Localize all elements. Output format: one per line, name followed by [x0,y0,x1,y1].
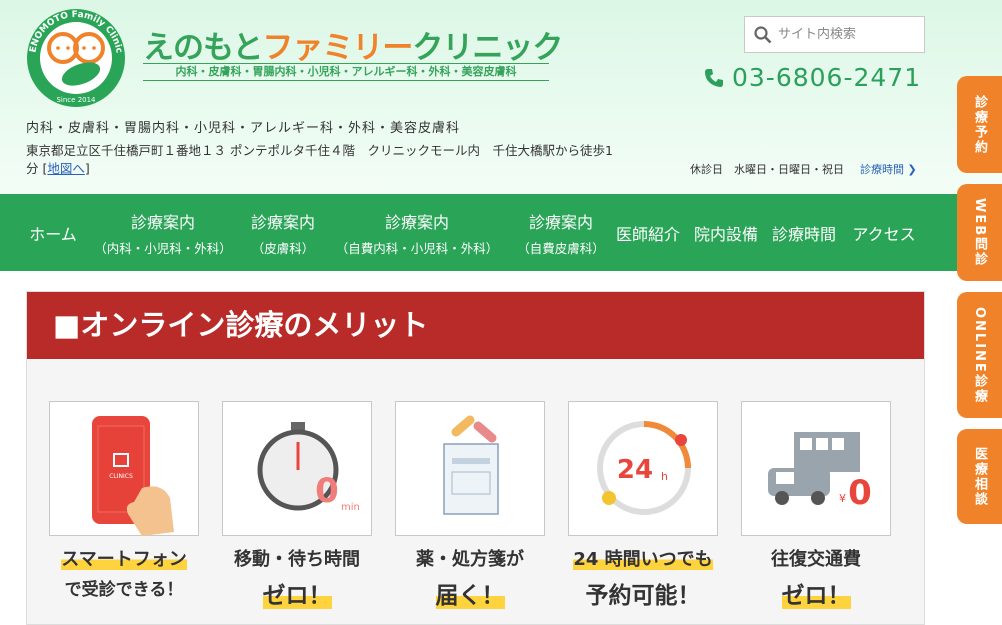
svg-text:min: min [341,502,360,513]
svg-text:¥: ¥ [839,492,846,505]
card-line-text: 24 時間いつでも [573,549,713,570]
clinic-subtitle: 内科・皮膚科・胃腸内科・小児科・アレルギー科・外科・美容皮膚科 [143,63,549,81]
card-smartphone-line2: で受診できる！ [64,580,184,600]
card-line-text: ゼロ！ [781,583,851,609]
phone-number[interactable]: 03-6806-2471 [704,63,921,92]
nav-label: 診療時間 [771,224,836,244]
site-header: ENOMOTO Family Clinic Since 2014 えのもとファミ… [0,0,1002,194]
prescription-icon [443,415,499,515]
nav-label: 医師紹介 [615,224,680,244]
nav-hours[interactable]: 診療時間 [768,194,840,271]
nav-sublabel: （自費皮膚科） [517,240,605,256]
svg-text:h: h [661,470,668,483]
global-nav: ホーム 診療案内 （内科・小児科・外科） 診療案内 （皮膚科） 診療案内 （自費内科・… [0,194,1002,271]
section-title: ■オンライン診療のメリット [27,292,924,359]
clock-24h-icon: 24 h [597,421,691,515]
card-waiting-line1: 移動・待ち時間 [234,549,360,570]
nav-label: 院内設備 [693,224,758,244]
vehicle-icon: 0 ¥ [768,432,872,513]
nav-label: 診療案内 [384,212,449,232]
svg-text:CLINICS: CLINICS [109,473,133,480]
hours-link-label: 診療時間 [860,163,904,176]
nav-facilities[interactable]: 院内設備 [690,194,762,271]
card-line-text: 届く！ [435,583,505,609]
card-transport-line2: ゼロ！ [736,576,896,610]
nav-doctor[interactable]: 医師紹介 [612,194,684,271]
svg-text:Since 2014: Since 2014 [56,96,96,104]
card-transport: 0 ¥ [741,401,891,536]
card-line-text: スマートフォン [61,549,187,570]
clinic-name-part: ファミリー [262,30,413,66]
float-reservation-button[interactable]: 診療予約 [957,76,1002,173]
holiday-info: 休診日 水曜日・日曜日・祝日 [690,163,844,176]
card-line-text: ゼロ！ [262,583,332,609]
clinic-name[interactable]: えのもとファミリークリニック [143,22,563,67]
chevron-right-icon: ❯ [907,163,917,176]
nav-home[interactable]: ホーム [24,194,82,271]
phone-number-text: 03-6806-2471 [732,63,922,92]
clinic-name-part: クリニック [412,30,563,66]
nav-sublabel: （自費内科・小児科・外科） [335,240,499,256]
float-online-consultation-button[interactable]: ONLINE診療 [957,292,1002,418]
hours-link[interactable]: 診療時間 ❯ [860,161,917,177]
nav-medical-private-derma[interactable]: 診療案内 （自費皮膚科） [512,194,610,271]
float-web-questionnaire-button[interactable]: WEB問診 [957,184,1002,281]
nav-sublabel: （皮膚科） [251,240,315,256]
online-benefits-section: ■オンライン診療のメリット CLINICS スマートフォン で受診できる！ 0 … [26,291,925,625]
card-waiting: 0 min [222,401,372,536]
card-24h-line2: 予約可能！ [585,583,701,609]
nav-label: ホーム [29,224,77,244]
department-list: 内科・皮膚科・胃腸内科・小児科・アレルギー科・外科・美容皮膚科 [26,121,461,136]
nav-label: アクセス [852,224,916,244]
float-medical-consult-button[interactable]: 医療相談 [957,429,1002,524]
card-prescription-line2: 届く！ [390,576,550,610]
svg-text:0: 0 [315,471,339,511]
address-text: 東京都足立区千住橋戸町１番地１３ ポンテポルタ千住４階 クリニックモール内 千住… [26,143,613,176]
nav-sublabel: （内科・小児科・外科） [94,240,232,256]
card-prescription [395,401,545,536]
card-smartphone: CLINICS [49,401,199,536]
search-input[interactable] [778,27,918,42]
svg-text:24: 24 [617,455,653,485]
clinic-address: 東京都足立区千住橋戸町１番地１３ ポンテポルタ千住４階 クリニックモール内 千住… [26,143,613,176]
nav-label: 診療案内 [528,212,593,232]
nav-medical-private-internal[interactable]: 診療案内 （自費内科・小児科・外科） [328,194,506,271]
map-link[interactable]: 地図へ [47,161,85,176]
clinic-name-part: えのもと [143,30,263,66]
stopwatch-icon: 0 min [257,422,360,513]
card-waiting-line2: ゼロ！ [217,576,377,610]
card-24h-line1: 24 時間いつでも [563,545,723,571]
svg-text:0: 0 [848,473,872,513]
nav-label: 診療案内 [250,212,315,232]
nav-access[interactable]: アクセス [846,194,922,271]
card-smartphone-line1: スマートフォン [44,545,204,571]
search-icon[interactable] [754,25,772,44]
phone-icon [705,68,723,87]
clinic-logo[interactable]: ENOMOTO Family Clinic Since 2014 [26,8,126,108]
smartphone-icon: CLINICS [92,416,174,536]
nav-label: 診療案内 [130,212,195,232]
card-transport-line1: 往復交通費 [771,549,861,570]
nav-medical-internal[interactable]: 診療案内 （内科・小児科・外科） [88,194,238,271]
card-prescription-line1: 薬・処方箋が [416,549,524,570]
nav-medical-derma[interactable]: 診療案内 （皮膚科） [240,194,326,271]
card-24h: 24 h [568,401,718,536]
site-search[interactable] [744,16,925,53]
